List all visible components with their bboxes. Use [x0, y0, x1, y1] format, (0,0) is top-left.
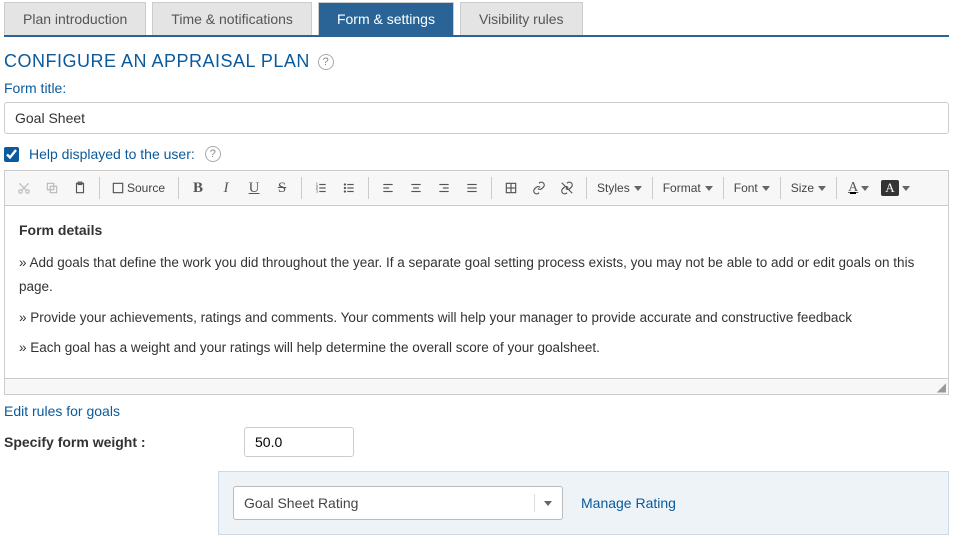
- align-right-button[interactable]: [431, 175, 457, 201]
- resize-grip-icon[interactable]: ◢: [937, 380, 946, 394]
- table-button[interactable]: [498, 175, 524, 201]
- cut-icon[interactable]: [11, 175, 37, 201]
- ordered-list-button[interactable]: 123: [308, 175, 334, 201]
- bold-button[interactable]: B: [185, 175, 211, 201]
- tab-time-notifications[interactable]: Time & notifications: [152, 2, 312, 35]
- copy-icon[interactable]: [39, 175, 65, 201]
- svg-text:3: 3: [316, 189, 319, 194]
- manage-rating-link[interactable]: Manage Rating: [581, 495, 676, 511]
- rating-panel: Goal Sheet Rating Manage Rating: [218, 471, 949, 535]
- editor-bullet: » Each goal has a weight and your rating…: [19, 336, 934, 360]
- background-color-button[interactable]: A: [876, 175, 914, 201]
- toolbar-separator: [586, 177, 587, 199]
- text-color-button[interactable]: A: [843, 175, 874, 201]
- strikethrough-button[interactable]: S: [269, 175, 295, 201]
- editor-bullet: » Add goals that define the work you did…: [19, 251, 934, 300]
- editor-footer: ◢: [5, 378, 948, 394]
- caret-down-icon: [534, 494, 552, 512]
- underline-button[interactable]: U: [241, 175, 267, 201]
- caret-down-icon: [902, 186, 910, 191]
- caret-down-icon: [818, 186, 826, 191]
- weight-input[interactable]: [244, 427, 354, 457]
- help-checkbox-label: Help displayed to the user:: [29, 146, 195, 162]
- unordered-list-button[interactable]: [336, 175, 362, 201]
- align-left-button[interactable]: [375, 175, 401, 201]
- caret-down-icon: [634, 186, 642, 191]
- rating-select-value: Goal Sheet Rating: [244, 495, 358, 511]
- help-checkbox-row: Help displayed to the user: ?: [4, 146, 949, 162]
- italic-button[interactable]: I: [213, 175, 239, 201]
- format-dropdown[interactable]: Format: [659, 175, 717, 201]
- tab-form-settings[interactable]: Form & settings: [318, 2, 454, 35]
- toolbar-separator: [723, 177, 724, 199]
- toolbar-separator: [99, 177, 100, 199]
- styles-dropdown[interactable]: Styles: [593, 175, 646, 201]
- align-justify-button[interactable]: [459, 175, 485, 201]
- page-title: CONFIGURE AN APPRAISAL PLAN ?: [4, 51, 949, 72]
- source-button[interactable]: Source: [106, 175, 172, 201]
- unlink-button[interactable]: [554, 175, 580, 201]
- toolbar-separator: [836, 177, 837, 199]
- paste-icon[interactable]: [67, 175, 93, 201]
- editor-bullet: » Provide your achievements, ratings and…: [19, 306, 934, 330]
- toolbar-separator: [301, 177, 302, 199]
- toolbar-separator: [780, 177, 781, 199]
- toolbar-separator: [491, 177, 492, 199]
- help-icon[interactable]: ?: [318, 54, 334, 70]
- size-dropdown[interactable]: Size: [787, 175, 830, 201]
- editor-content-area[interactable]: Form details » Add goals that define the…: [5, 206, 948, 378]
- toolbar-separator: [368, 177, 369, 199]
- help-tooltip-icon[interactable]: ?: [205, 146, 221, 162]
- edit-rules-link[interactable]: Edit rules for goals: [4, 403, 120, 419]
- rating-select[interactable]: Goal Sheet Rating: [233, 486, 563, 520]
- rich-text-editor: Source B I U S 123: [4, 170, 949, 395]
- help-checkbox[interactable]: [4, 147, 19, 162]
- weight-label: Specify form weight :: [4, 434, 214, 450]
- toolbar-separator: [652, 177, 653, 199]
- link-button[interactable]: [526, 175, 552, 201]
- source-label: Source: [125, 181, 167, 195]
- form-title-label: Form title:: [4, 80, 949, 96]
- caret-down-icon: [705, 186, 713, 191]
- align-center-button[interactable]: [403, 175, 429, 201]
- editor-toolbar: Source B I U S 123: [5, 171, 948, 206]
- toolbar-separator: [178, 177, 179, 199]
- editor-heading: Form details: [19, 218, 934, 243]
- page-title-text: CONFIGURE AN APPRAISAL PLAN: [4, 51, 310, 72]
- weight-row: Specify form weight :: [4, 427, 949, 457]
- caret-down-icon: [861, 186, 869, 191]
- form-title-input[interactable]: [4, 102, 949, 134]
- tab-plan-introduction[interactable]: Plan introduction: [4, 2, 146, 35]
- caret-down-icon: [762, 186, 770, 191]
- font-dropdown[interactable]: Font: [730, 175, 774, 201]
- tabs-bar: Plan introduction Time & notifications F…: [4, 2, 949, 37]
- tab-visibility-rules[interactable]: Visibility rules: [460, 2, 583, 35]
